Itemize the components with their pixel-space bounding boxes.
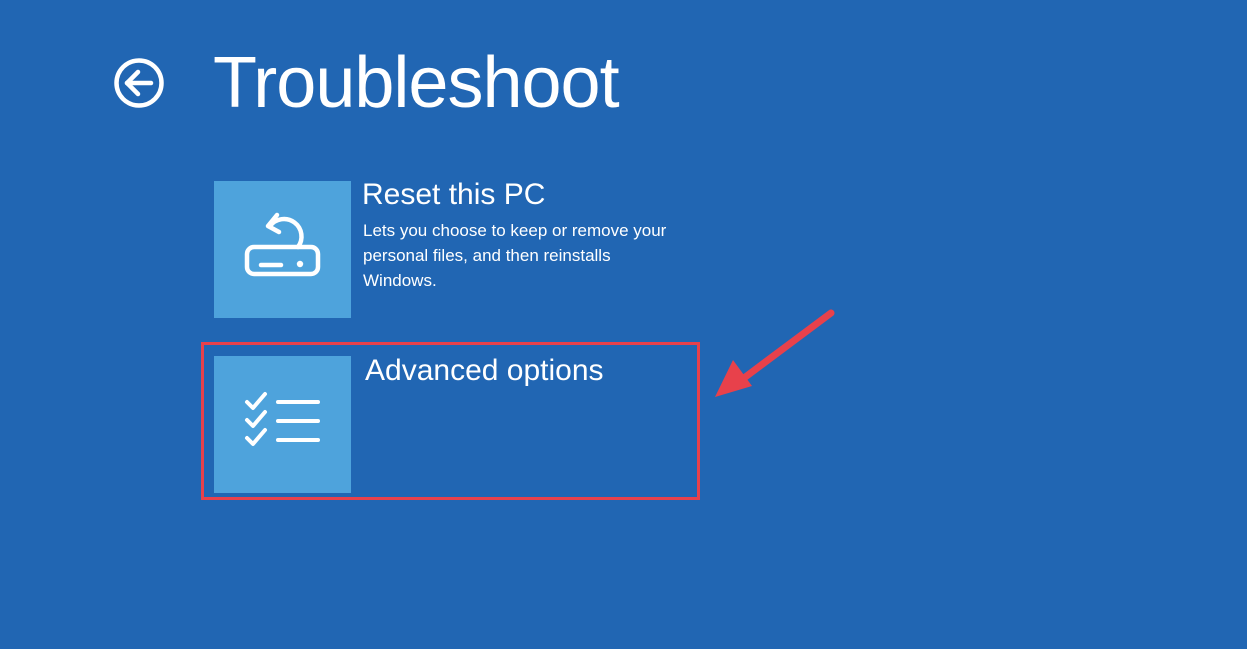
option-tile	[214, 181, 351, 318]
option-tile	[214, 356, 351, 493]
option-advanced-options[interactable]: Advanced options	[214, 354, 684, 493]
arrow-left-circle-icon	[114, 58, 164, 108]
option-title: Advanced options	[365, 354, 604, 387]
back-button[interactable]	[112, 56, 166, 110]
option-reset-this-pc[interactable]: Reset this PC Lets you choose to keep or…	[214, 178, 684, 318]
checklist-icon	[245, 392, 320, 446]
option-description: Lets you choose to keep or remove your p…	[363, 221, 667, 290]
page-title: Troubleshoot	[213, 43, 620, 123]
reset-pc-icon	[244, 212, 321, 277]
option-title: Reset this PC	[362, 178, 546, 211]
annotation-arrow-icon	[715, 309, 835, 397]
